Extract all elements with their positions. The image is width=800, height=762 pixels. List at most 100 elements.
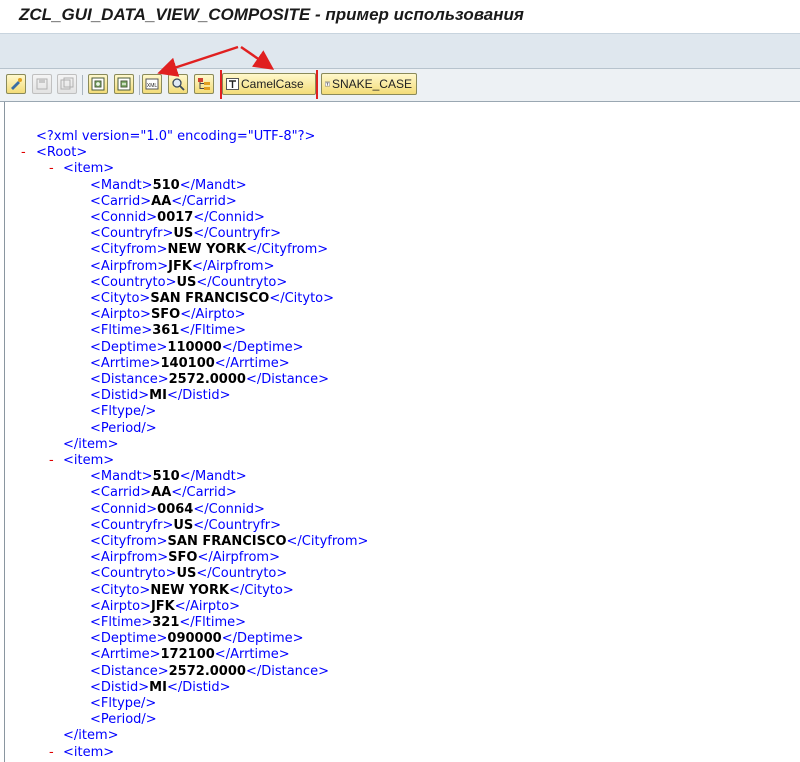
field-empty-tag: <Period/>	[90, 420, 157, 436]
xml-field[interactable]: <Airpto>JFK</Airpto>	[90, 599, 240, 615]
item-tag: <item>	[63, 161, 115, 177]
xml-field[interactable]: <Distance>2572.0000</Distance>	[90, 664, 329, 680]
field-value: 510	[152, 469, 180, 485]
xml-field[interactable]: <Countryto>US</Countryto>	[90, 275, 287, 291]
save-as-button[interactable]	[57, 74, 77, 94]
xml-field[interactable]: <Countryto>US</Countryto>	[90, 566, 287, 582]
xml-field[interactable]: <Cityfrom>NEW YORK</Cityfrom>	[90, 242, 328, 258]
collapse-node-icon[interactable]: -	[49, 453, 54, 469]
field-empty-tag: <Fltype/>	[90, 696, 157, 711]
field-open-tag: <Countryto>	[90, 274, 177, 290]
field-value: SFO	[150, 307, 181, 323]
xml-field[interactable]: <Connid>0017</Connid>	[90, 210, 265, 226]
field-open-tag: <Airpfrom>	[90, 258, 169, 274]
xml-item-open[interactable]: - <item>	[49, 161, 115, 177]
save-button[interactable]	[32, 74, 52, 94]
field-open-tag: <Airpfrom>	[90, 550, 169, 566]
field-close-tag: </Cityfrom>	[246, 242, 329, 258]
field-close-tag: </Connid>	[193, 501, 265, 517]
xml-field[interactable]: <Fltype/>	[90, 696, 156, 712]
collapse-node-icon[interactable]: -	[21, 145, 26, 161]
xml-field[interactable]: <Deptime>090000</Deptime>	[90, 631, 304, 647]
xml-field[interactable]: <Arrtime>140100</Arrtime>	[90, 356, 290, 372]
field-open-tag: <Distance>	[90, 663, 169, 679]
view-button[interactable]	[6, 74, 26, 94]
collapse-node-icon[interactable]: -	[49, 161, 54, 177]
snakecase-button[interactable]: SNAKE_CASE	[321, 73, 417, 95]
xml-field[interactable]: <Fltime>321</Fltime>	[90, 615, 246, 631]
save-icon	[36, 78, 48, 90]
xml-field[interactable]: <Airpfrom>JFK</Airpfrom>	[90, 259, 274, 275]
field-open-tag: <Distid>	[90, 388, 150, 404]
field-value: MI	[149, 679, 167, 695]
field-close-tag: </Carrid>	[171, 485, 237, 501]
field-close-tag: </Cityto>	[229, 582, 294, 598]
field-close-tag: </Arrtime>	[214, 647, 290, 663]
tree-button[interactable]	[194, 74, 214, 94]
item-close-tag: </item>	[63, 728, 119, 744]
field-open-tag: <Countryfr>	[90, 517, 174, 533]
collapse-all-button[interactable]	[114, 74, 134, 94]
xml-viewer[interactable]: <?xml version="1.0" encoding="UTF-8"?> - <…	[4, 102, 800, 762]
snakecase-label: SNAKE_CASE	[331, 77, 412, 91]
field-close-tag: </Countryfr>	[193, 226, 282, 242]
xml-root-open[interactable]: - <Root>	[21, 145, 87, 161]
xml-field[interactable]: <Cityto>NEW YORK</Cityto>	[90, 583, 294, 599]
field-open-tag: <Cityfrom>	[90, 534, 168, 549]
xml-declaration-text: <?xml version="1.0" encoding="UTF-8"?>	[36, 129, 316, 144]
field-value: SAN FRANCISCO	[167, 534, 287, 549]
field-value: JFK	[150, 598, 175, 614]
field-open-tag: <Fltime>	[90, 615, 153, 630]
field-value: AA	[151, 485, 172, 501]
xml-button[interactable]: XML	[142, 74, 162, 94]
field-value: 0064	[157, 501, 194, 517]
expand-all-button[interactable]	[88, 74, 108, 94]
collapse-node-icon[interactable]: -	[49, 745, 54, 761]
field-value: 090000	[167, 631, 222, 647]
xml-field[interactable]: <Period/>	[90, 712, 157, 728]
xml-field[interactable]: <Carrid>AA</Carrid>	[90, 485, 237, 501]
xml-field[interactable]: <Arrtime>172100</Arrtime>	[90, 647, 290, 663]
xml-field[interactable]: <Cityfrom>SAN FRANCISCO</Cityfrom>	[90, 534, 368, 550]
xml-declaration[interactable]: <?xml version="1.0" encoding="UTF-8"?>	[36, 129, 315, 145]
field-value: 321	[152, 615, 180, 630]
field-close-tag: </Connid>	[193, 210, 265, 225]
xml-field[interactable]: <Carrid>AA</Carrid>	[90, 194, 237, 210]
xml-field[interactable]: <Distid>MI</Distid>	[90, 680, 230, 696]
field-value: JFK	[168, 258, 192, 274]
field-value: US	[173, 517, 194, 533]
xml-field[interactable]: <Period/>	[90, 421, 157, 437]
field-value: 361	[152, 323, 180, 339]
field-value: 140100	[160, 355, 215, 371]
xml-item-close[interactable]: </item>	[63, 437, 119, 453]
field-value: NEW YORK	[150, 582, 230, 598]
field-close-tag: </Carrid>	[171, 193, 237, 209]
field-open-tag: <Cityfrom>	[90, 242, 168, 258]
xml-field[interactable]: <Connid>0064</Connid>	[90, 502, 265, 518]
xml-field[interactable]: <Mandt>510</Mandt>	[90, 469, 247, 485]
xml-field[interactable]: <Airpfrom>SFO</Airpfrom>	[90, 550, 280, 566]
xml-field[interactable]: <Mandt>510</Mandt>	[90, 178, 247, 194]
item-tag: <item>	[63, 744, 115, 760]
xml-field[interactable]: <Cityto>SAN FRANCISCO</Cityto>	[90, 291, 334, 307]
view-icon	[11, 78, 22, 90]
xml-field[interactable]: <Distid>MI</Distid>	[90, 388, 230, 404]
find-button[interactable]	[168, 74, 188, 94]
xml-field[interactable]: <Fltime>361</Fltime>	[90, 323, 246, 339]
xml-item-open[interactable]: - <item>	[49, 453, 114, 469]
field-open-tag: <Deptime>	[90, 339, 168, 355]
xml-field[interactable]: <Countryfr>US</Countryfr>	[90, 518, 281, 534]
collapse-icon	[117, 77, 131, 91]
field-value: 0017	[157, 210, 194, 225]
camelcase-button[interactable]: CamelCase	[222, 73, 316, 95]
xml-field[interactable]: <Fltype/>	[90, 404, 156, 420]
field-open-tag: <Arrtime>	[90, 355, 161, 371]
field-close-tag: </Deptime>	[221, 631, 304, 647]
xml-item-open[interactable]: - <item>	[49, 744, 115, 761]
xml-field[interactable]: <Airpto>SFO</Airpto>	[90, 307, 246, 323]
xml-item-close[interactable]: </item>	[63, 728, 119, 744]
application-toolbar	[0, 34, 800, 69]
xml-field[interactable]: <Countryfr>US</Countryfr>	[90, 226, 281, 242]
xml-field[interactable]: <Distance>2572.0000</Distance>	[90, 372, 329, 388]
xml-field[interactable]: <Deptime>110000</Deptime>	[90, 340, 304, 356]
